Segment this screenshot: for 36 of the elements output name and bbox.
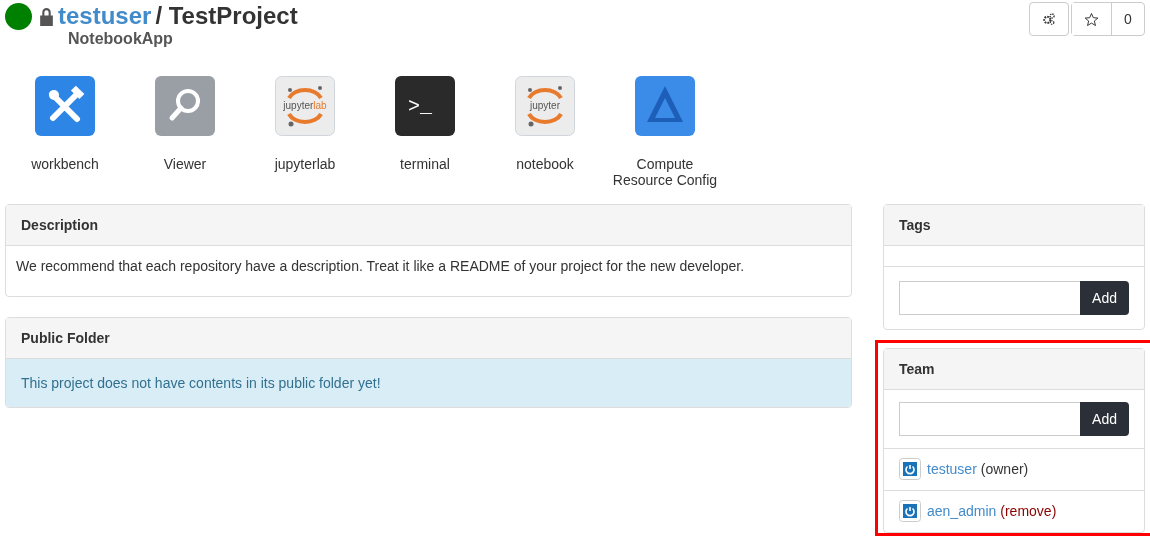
project-title: / TestProject: [155, 2, 298, 30]
gears-icon: [1042, 12, 1056, 26]
member-link[interactable]: aen_admin: [927, 503, 997, 519]
tag-input-field[interactable]: [899, 281, 1081, 315]
panel-title: Description: [6, 205, 851, 246]
app-launcher-icon[interactable]: jupyterlab: [275, 76, 335, 136]
app-launcher-icon[interactable]: >_: [395, 76, 455, 136]
star-icon: [1084, 11, 1099, 27]
project-subtitle: NotebookApp: [68, 30, 174, 48]
app-label[interactable]: jupyterlab: [274, 156, 336, 172]
power-icon: [899, 458, 921, 480]
app-launcher-icon[interactable]: [635, 76, 695, 136]
app-label[interactable]: terminal: [400, 156, 450, 172]
app-label[interactable]: Viewer: [163, 156, 207, 172]
add-button[interactable]: Add: [1080, 281, 1129, 315]
member-input-field[interactable]: [899, 402, 1081, 436]
panel-title: Tags: [884, 205, 1144, 246]
panel-title: Team: [884, 349, 1144, 390]
power-icon: [899, 500, 921, 522]
description-text: We recommend that each repository have a description. Treat it like a README of your project for the new developer.: [15, 257, 746, 276]
app-launcher-icon[interactable]: [35, 76, 95, 136]
owner-link[interactable]: testuser: [58, 2, 152, 30]
app-label[interactable]: notebook: [516, 156, 574, 172]
remove-link[interactable]: (remove): [1000, 503, 1057, 519]
member-role: (owner): [980, 461, 1029, 477]
app-launcher-icon[interactable]: jupyter: [515, 76, 575, 136]
settings-button[interactable]: [1029, 2, 1069, 36]
add-button[interactable]: Add: [1080, 402, 1129, 436]
app-launcher-icon[interactable]: [155, 76, 215, 136]
star-count: 0: [1123, 10, 1133, 29]
member-link[interactable]: testuser: [927, 461, 977, 477]
app-label[interactable]: workbench: [31, 156, 99, 172]
panel-title: Public Folder: [6, 318, 851, 359]
star-button[interactable]: [1072, 3, 1112, 35]
app-label[interactable]: Compute Resource Config: [605, 156, 725, 188]
info-notice: This project does not have contents in its public folder yet!: [6, 359, 851, 407]
